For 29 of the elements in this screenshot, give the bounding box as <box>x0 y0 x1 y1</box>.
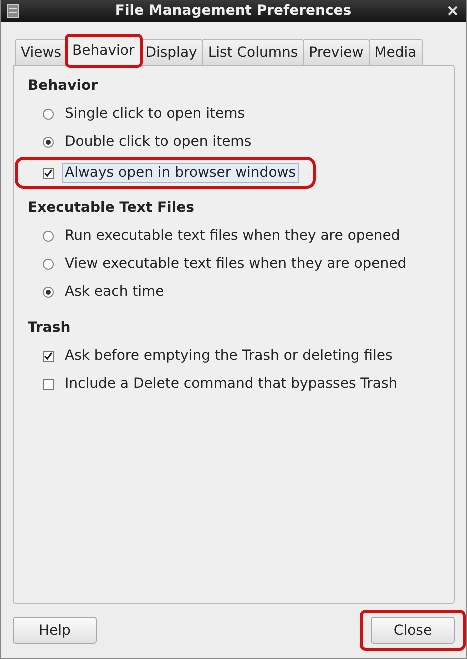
section-heading: Behavior <box>28 78 100 94</box>
tab[interactable]: Views <box>15 39 68 65</box>
option-label[interactable]: Single click to open items <box>62 104 248 124</box>
tab[interactable]: Preview <box>303 39 370 65</box>
radio-button[interactable] <box>43 108 54 120</box>
close-button[interactable]: Close <box>371 617 455 644</box>
help-button[interactable]: Help <box>13 617 97 644</box>
window-title: File Management Preferences <box>114 3 353 19</box>
checkbox[interactable] <box>43 168 54 178</box>
checkbox[interactable] <box>43 378 54 390</box>
checkbox[interactable] <box>43 350 54 362</box>
option-label[interactable]: Ask each time <box>62 282 168 302</box>
section-heading: Executable Text Files <box>28 200 196 216</box>
option-label[interactable]: Double click to open items <box>62 132 255 152</box>
tab[interactable]: List Columns <box>202 39 304 65</box>
radio-button[interactable] <box>43 258 54 270</box>
radio-button[interactable] <box>43 136 54 148</box>
section-heading: Trash <box>28 320 72 336</box>
tab[interactable]: Media <box>368 39 423 65</box>
option-label[interactable]: Include a Delete command that bypasses Trash <box>62 374 401 394</box>
radio-button[interactable] <box>43 286 54 298</box>
option-label[interactable]: View executable text files when they are opened <box>62 254 410 274</box>
radio-button[interactable] <box>43 230 54 242</box>
tab[interactable]: Behavior <box>66 36 141 66</box>
option-label[interactable]: Run executable text files when they are opened <box>62 226 404 246</box>
option-label[interactable]: Ask before emptying the Trash or deleting files <box>62 346 396 366</box>
option-label[interactable]: Always open in browser windows <box>62 163 299 183</box>
window-menu-icon[interactable] <box>7 4 19 18</box>
close-icon[interactable] <box>448 6 458 16</box>
